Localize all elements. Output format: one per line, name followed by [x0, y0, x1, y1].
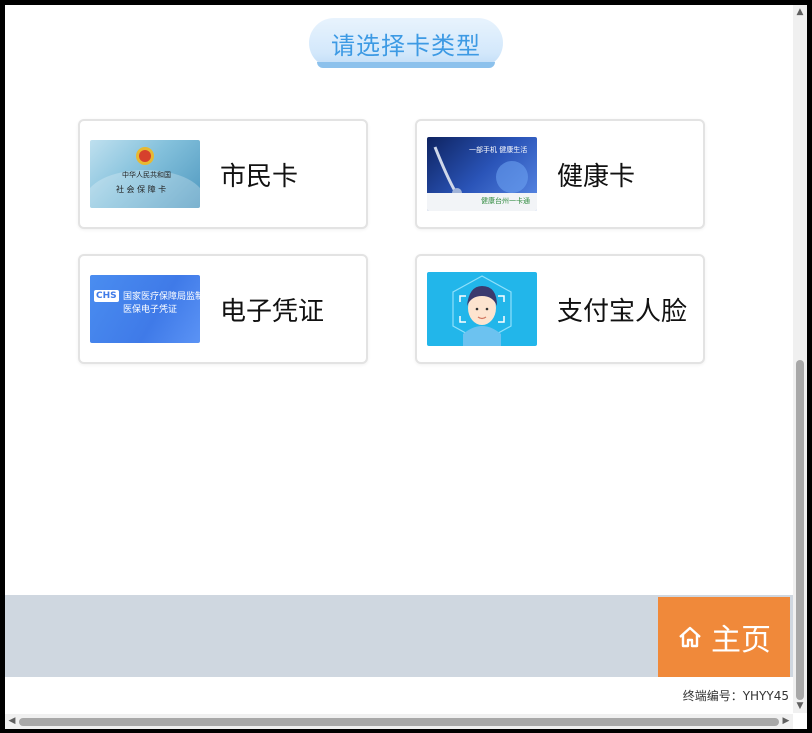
vertical-scroll-thumb[interactable]	[796, 360, 804, 700]
page-title-text: 请选择卡类型	[331, 31, 481, 60]
alipay-face-option[interactable]: 支付宝人脸	[415, 254, 705, 364]
health-card-image: 一部手机 健康生活 健康台州一卡通	[427, 137, 537, 211]
scroll-right-icon[interactable]: ▶	[779, 714, 793, 728]
horizontal-scroll-thumb[interactable]	[19, 718, 779, 726]
terminal-id: 终端编号：YHYY45	[682, 689, 789, 703]
home-icon	[679, 626, 701, 648]
home-button[interactable]: 主页	[658, 597, 790, 677]
scroll-down-icon[interactable]: ▼	[793, 699, 807, 713]
card-line2: 社 会 保 障 卡	[116, 185, 167, 194]
health-brand: 健康台州一卡通	[481, 197, 530, 205]
kiosk-window: 请选择卡类型 中华人民共和国 社 会 保 障 卡 市民卡 一部手机 健康生活 健…	[5, 5, 807, 729]
face-scan-image	[427, 272, 537, 346]
chs-logo: CHS	[94, 290, 119, 302]
e-voucher-option[interactable]: CHS 国家医疗保障局监制 医保电子凭证 电子凭证	[78, 254, 368, 364]
health-card-option[interactable]: 一部手机 健康生活 健康台州一卡通 健康卡	[415, 119, 705, 229]
vertical-scrollbar[interactable]: ▲ ▼	[793, 5, 807, 713]
health-card-label: 健康卡	[557, 161, 636, 192]
citizen-card-option[interactable]: 中华人民共和国 社 会 保 障 卡 市民卡	[78, 119, 368, 229]
citizen-card-label: 市民卡	[220, 161, 299, 192]
e-voucher-label: 电子凭证	[220, 296, 325, 327]
scroll-up-icon[interactable]: ▲	[793, 5, 807, 19]
social-security-card-image: 中华人民共和国 社 会 保 障 卡	[90, 140, 200, 208]
face-scan-icon	[452, 275, 512, 346]
home-button-label: 主页	[711, 623, 771, 658]
alipay-face-label: 支付宝人脸	[557, 296, 688, 327]
voucher-line1: 国家医疗保障局监制	[123, 292, 200, 302]
horizontal-scrollbar[interactable]: ◀ ▶	[5, 714, 793, 729]
health-slogan: 一部手机 健康生活	[469, 146, 528, 154]
medical-voucher-image: CHS 国家医疗保障局监制 医保电子凭证	[90, 275, 200, 343]
card-line1: 中华人民共和国	[122, 171, 171, 179]
page-title: 请选择卡类型	[309, 18, 503, 68]
scroll-left-icon[interactable]: ◀	[5, 714, 19, 728]
voucher-line2: 医保电子凭证	[123, 305, 178, 315]
